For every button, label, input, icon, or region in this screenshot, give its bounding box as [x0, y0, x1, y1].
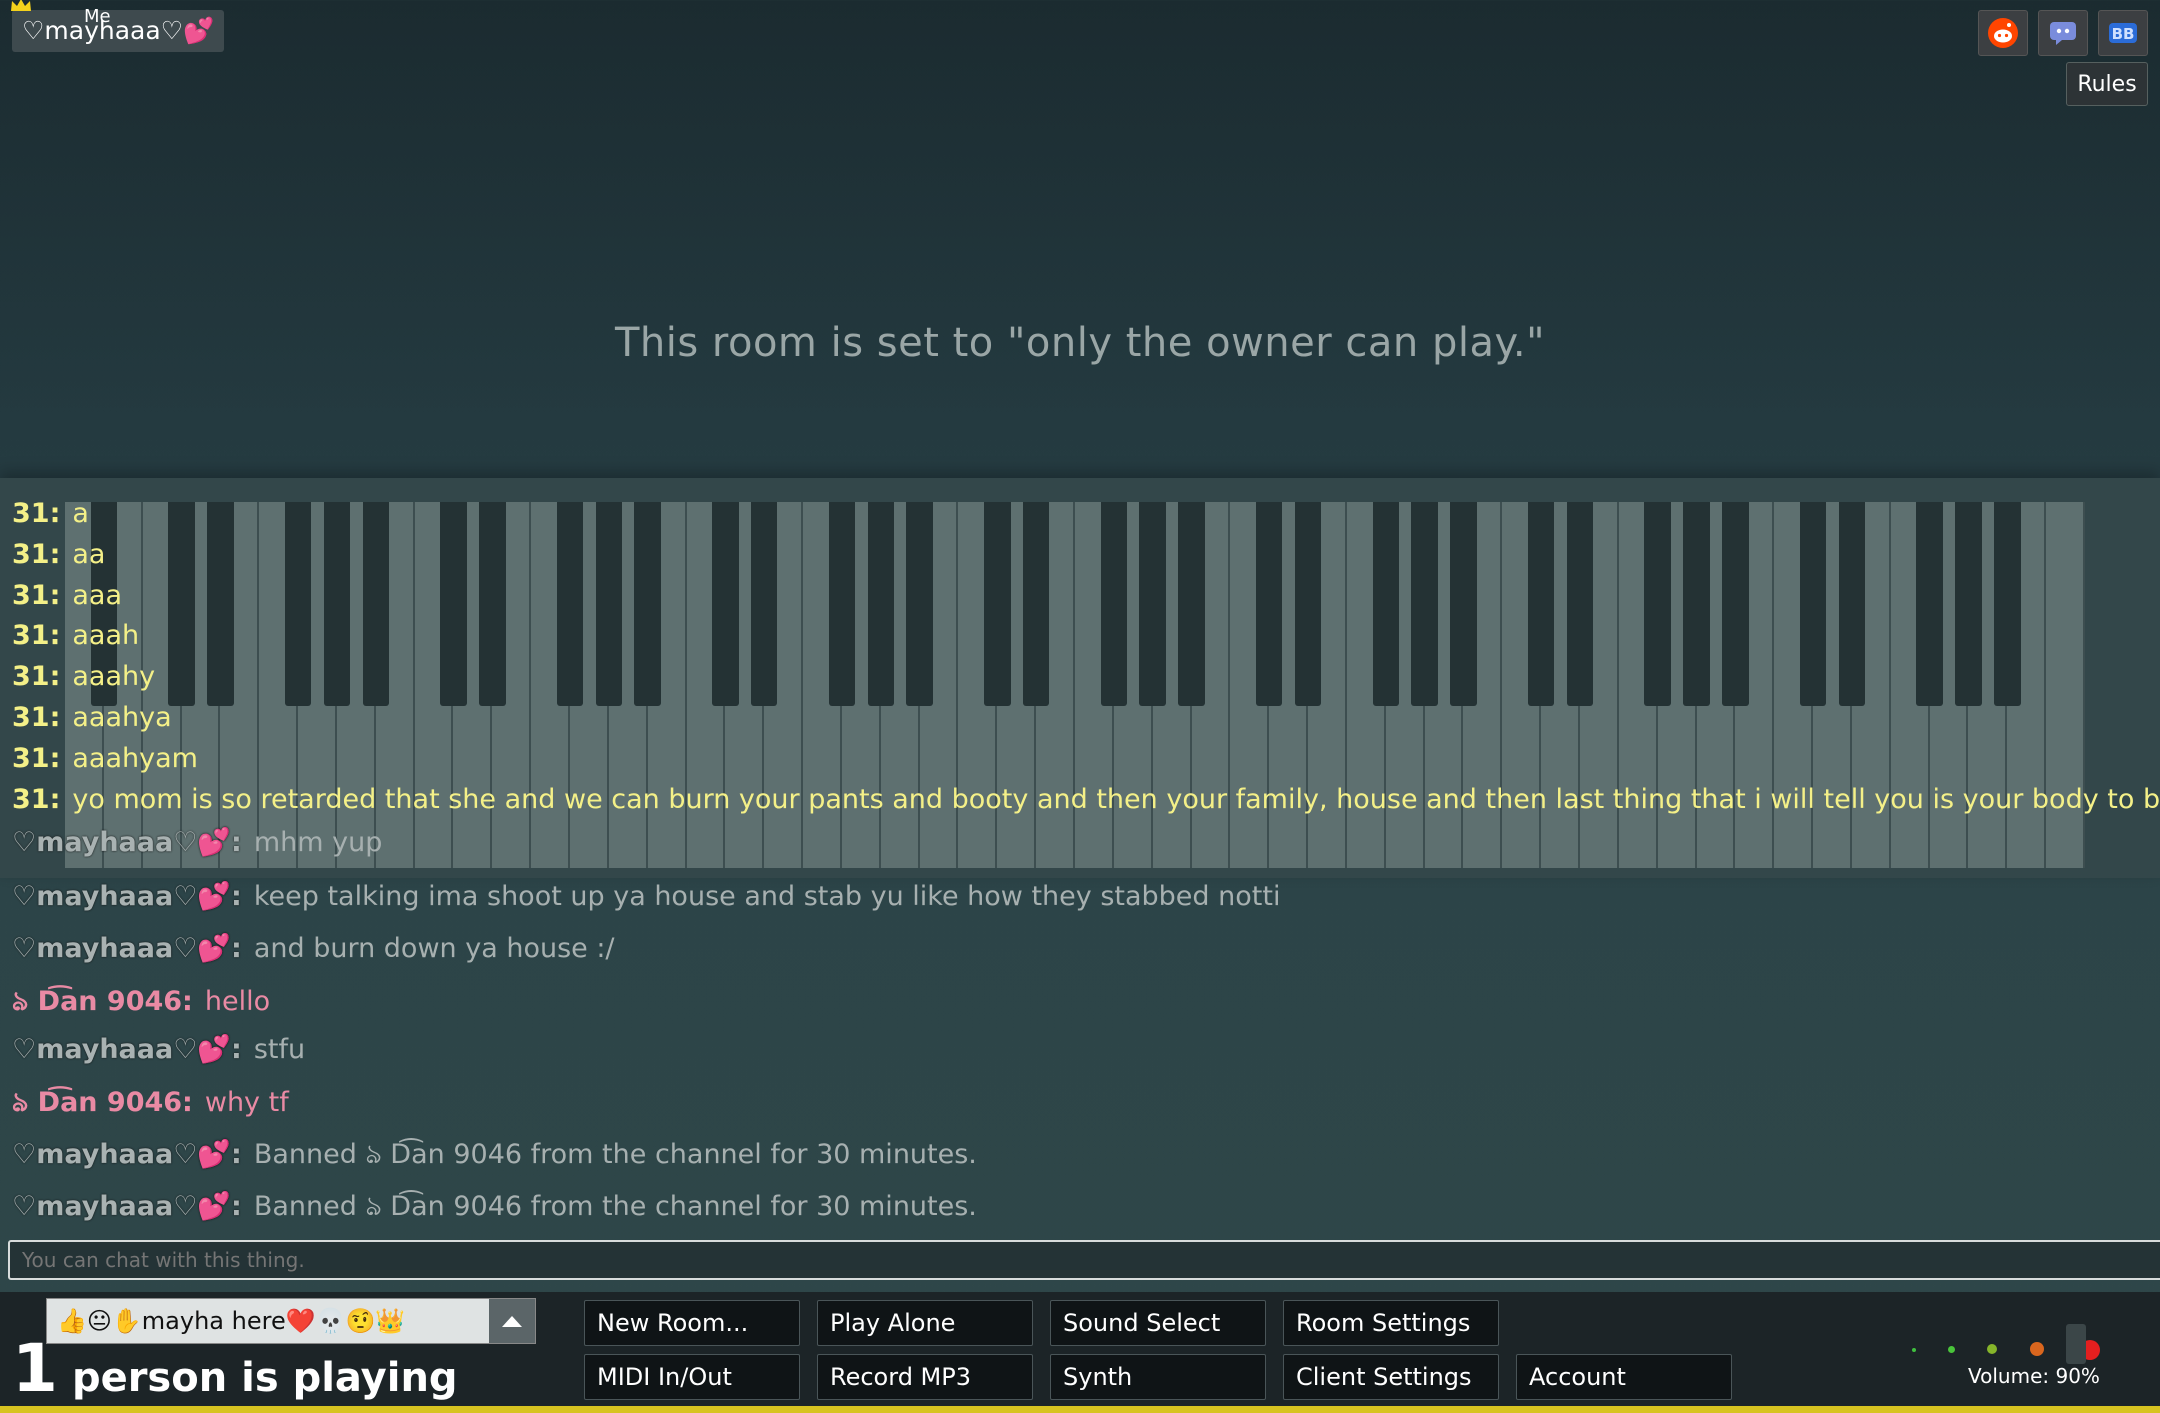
chat-message: ♡mayhaaa♡💕: Banned ঌ D͡an 9046 from the c…	[12, 1186, 977, 1231]
piano-black-key[interactable]	[1644, 502, 1671, 706]
player-count: 1 person is playing	[12, 1330, 458, 1407]
volume-label: Volume: 90%	[1968, 1364, 2100, 1388]
piano-black-key[interactable]	[1256, 502, 1283, 706]
piano-black-key[interactable]	[984, 502, 1011, 706]
account-button[interactable]: Account	[1516, 1354, 1732, 1400]
chat-author: ♡mayhaaa♡💕:	[12, 1139, 242, 1170]
piano-black-key[interactable]	[1916, 502, 1943, 706]
chat-author: ♡mayhaaa♡💕:	[12, 933, 242, 964]
piano-black-key[interactable]	[1955, 502, 1982, 706]
status-expand-button[interactable]	[489, 1299, 535, 1343]
client-settings-button[interactable]: Client Settings	[1283, 1354, 1499, 1400]
new-room-button[interactable]: New Room...	[584, 1300, 800, 1346]
piano-black-key[interactable]	[1566, 502, 1594, 706]
piano-black-key[interactable]	[168, 502, 195, 706]
piano-black-key[interactable]	[1994, 502, 2021, 706]
piano-black-key[interactable]	[1722, 502, 1749, 706]
chat-author: ♡mayhaaa♡💕:	[12, 1191, 242, 1222]
reddit-icon[interactable]	[1978, 10, 2028, 56]
piano-black-key[interactable]	[90, 502, 118, 706]
piano-black-key[interactable]	[751, 502, 778, 706]
player-count-number: 1	[12, 1330, 58, 1407]
piano-black-key[interactable]	[828, 502, 856, 706]
piano-black-key[interactable]	[1139, 502, 1166, 706]
level-dot	[1948, 1346, 1955, 1353]
chat-author: ঌ D͡an 9046:	[12, 986, 193, 1017]
chat-author: ♡mayhaaa♡💕:	[12, 881, 242, 912]
piano-black-key[interactable]	[207, 502, 234, 706]
level-dot	[1912, 1348, 1916, 1352]
midi-button[interactable]: MIDI In/Out	[584, 1354, 800, 1400]
user-name: ♡mayhaaa♡💕	[22, 16, 215, 45]
player-count-label: person is playing	[71, 1355, 458, 1401]
piano-black-key[interactable]	[1372, 502, 1399, 706]
volume-slider-knob[interactable]	[2066, 1324, 2086, 1364]
piano-black-key[interactable]	[1450, 502, 1477, 706]
chat-message: ♡mayhaaa♡💕: and burn down ya house :/	[12, 932, 615, 964]
top-icons: BB	[1978, 10, 2148, 56]
chevron-up-icon	[502, 1316, 522, 1327]
chat-text: keep talking ima shoot up ya house and s…	[253, 881, 1281, 912]
chat-author: ঌ D͡an 9046:	[12, 1087, 193, 1118]
piano-keyboard[interactable]	[65, 502, 2085, 868]
piano-black-key[interactable]	[556, 502, 584, 706]
piano-black-key[interactable]	[1411, 502, 1438, 706]
chat-text: and burn down ya house :/	[253, 933, 615, 964]
chat-text: stfu	[253, 1034, 306, 1065]
rules-button[interactable]: Rules	[2066, 62, 2148, 106]
chat-message: ♡mayhaaa♡💕: keep talking ima shoot up ya …	[12, 880, 1280, 912]
play-alone-button[interactable]: Play Alone	[817, 1300, 1033, 1346]
piano-black-key[interactable]	[1022, 502, 1050, 706]
record-mp3-button[interactable]: Record MP3	[817, 1354, 1033, 1400]
crown-icon	[11, 0, 31, 11]
level-dot	[2030, 1342, 2044, 1356]
room-settings-button[interactable]: Room Settings	[1283, 1300, 1499, 1346]
piano-black-key[interactable]	[1100, 502, 1128, 706]
user-badge[interactable]: ♡mayhaaa♡💕	[12, 10, 225, 52]
piano-black-key[interactable]	[362, 502, 389, 706]
chat-text: Banned ঌ D͡an 9046 from the channel for …	[253, 1191, 977, 1222]
chat-text: why tf	[204, 1087, 289, 1118]
chat-message: ♡mayhaaa♡💕: stfu	[12, 1033, 305, 1065]
piano-black-key[interactable]	[595, 502, 623, 706]
piano-black-key[interactable]	[712, 502, 739, 706]
sound-select-button[interactable]: Sound Select	[1050, 1300, 1266, 1346]
piano-black-key[interactable]	[440, 502, 467, 706]
piano-black-key[interactable]	[1683, 502, 1710, 706]
piano-black-key[interactable]	[634, 502, 661, 706]
piano-black-key[interactable]	[284, 502, 312, 706]
piano-black-key[interactable]	[906, 502, 933, 706]
chat-text: hello	[204, 986, 271, 1017]
bb-icon-label: BB	[2112, 25, 2135, 43]
discord-icon[interactable]	[2038, 10, 2088, 56]
chat-message: ঌ D͡an 9046: why tf	[12, 1082, 289, 1127]
piano-black-key[interactable]	[1178, 502, 1205, 706]
bb-icon[interactable]: BB	[2098, 10, 2148, 56]
piano-black-key[interactable]	[867, 502, 894, 706]
accent-line	[0, 1406, 2160, 1413]
piano-black-key[interactable]	[1527, 502, 1555, 706]
piano-black-key[interactable]	[479, 502, 506, 706]
chat-author: ♡mayhaaa♡💕:	[12, 1034, 242, 1065]
chat-text: Banned ঌ D͡an 9046 from the channel for …	[253, 1139, 977, 1170]
piano-white-key[interactable]	[2046, 502, 2085, 868]
piano-black-key[interactable]	[1838, 502, 1866, 706]
chat-message: ঌ D͡an 9046: hello	[12, 981, 270, 1026]
chat-message: ♡mayhaaa♡💕: Banned ঌ D͡an 9046 from the c…	[12, 1134, 977, 1179]
chat-input[interactable]	[8, 1240, 2160, 1280]
piano-black-key[interactable]	[1294, 502, 1322, 706]
piano-black-key[interactable]	[1799, 502, 1827, 706]
room-message: This room is set to "only the owner can …	[614, 320, 1546, 366]
synth-button[interactable]: Synth	[1050, 1354, 1266, 1400]
level-dot	[1987, 1344, 1997, 1354]
me-label: Me	[84, 6, 111, 27]
piano-black-key[interactable]	[323, 502, 351, 706]
